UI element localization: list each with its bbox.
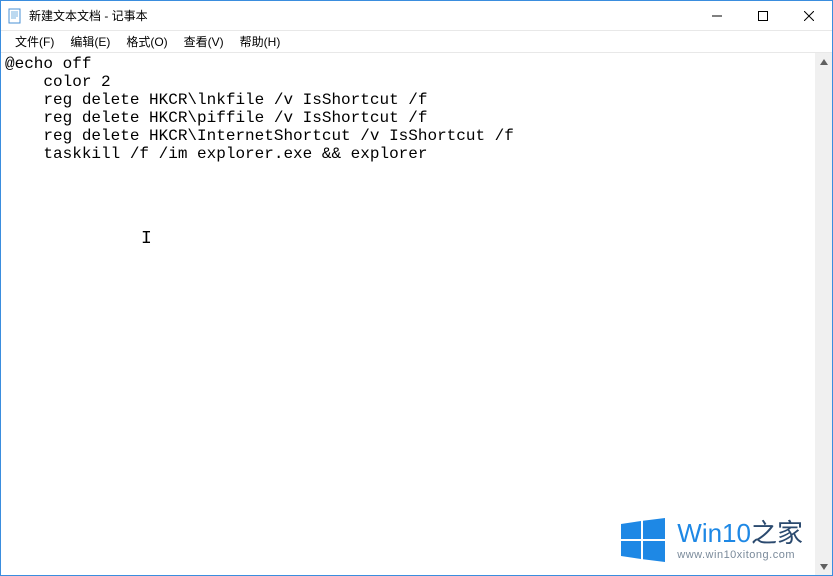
maximize-button[interactable] [740, 1, 786, 31]
notepad-window: 新建文本文档 - 记事本 文件(F) 编辑(E) 格式(O) 查看(V) 帮助(… [0, 0, 833, 576]
menu-view[interactable]: 查看(V) [176, 31, 232, 52]
window-title: 新建文本文档 - 记事本 [29, 7, 694, 24]
menu-format[interactable]: 格式(O) [118, 31, 175, 52]
titlebar: 新建文本文档 - 记事本 [1, 1, 832, 31]
menu-edit[interactable]: 编辑(E) [62, 31, 118, 52]
scroll-track[interactable] [815, 70, 832, 558]
scroll-down-icon[interactable] [815, 558, 832, 575]
scroll-up-icon[interactable] [815, 53, 832, 70]
notepad-icon [7, 8, 23, 24]
editor-area: @echo off color 2 reg delete HKCR\lnkfil… [1, 53, 832, 575]
close-button[interactable] [786, 1, 832, 31]
menubar: 文件(F) 编辑(E) 格式(O) 查看(V) 帮助(H) [1, 31, 832, 53]
window-controls [694, 1, 832, 30]
menu-file[interactable]: 文件(F) [7, 31, 62, 52]
vertical-scrollbar[interactable] [815, 53, 832, 575]
text-editor[interactable]: @echo off color 2 reg delete HKCR\lnkfil… [1, 53, 815, 575]
minimize-button[interactable] [694, 1, 740, 31]
menu-help[interactable]: 帮助(H) [232, 31, 289, 52]
